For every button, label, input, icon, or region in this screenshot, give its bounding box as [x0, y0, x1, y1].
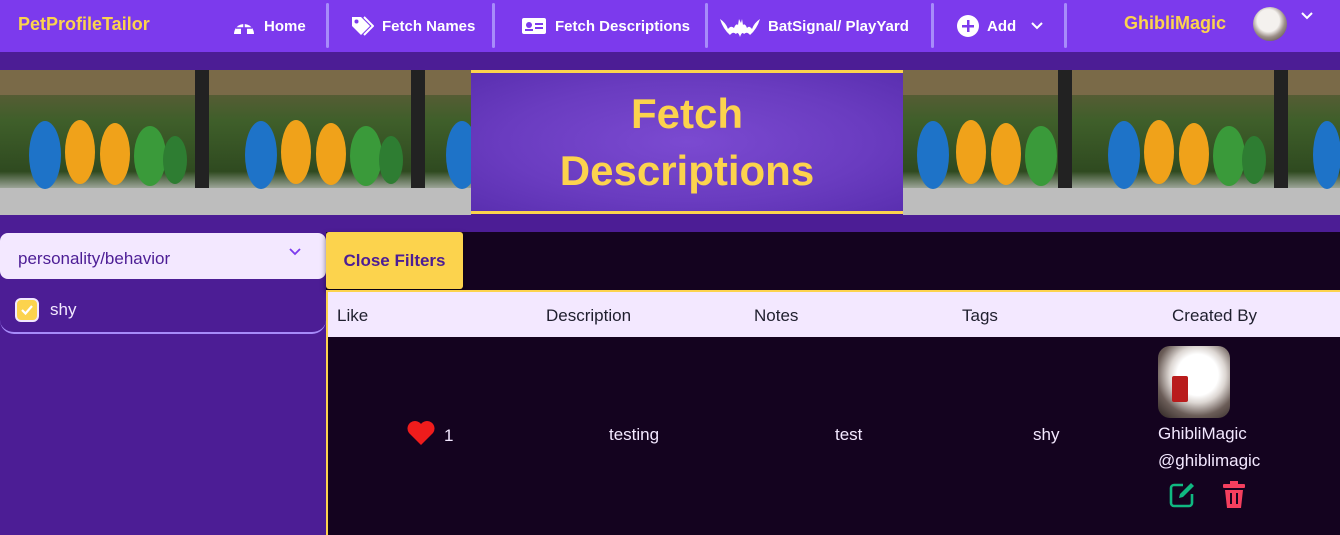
nav-add-label: Add — [987, 17, 1017, 35]
user-name[interactable]: GhibliMagic — [1124, 13, 1226, 34]
nav-home-label: Home — [264, 17, 306, 35]
column-header-notes[interactable]: Notes — [754, 306, 798, 326]
column-header-description[interactable]: Description — [546, 306, 631, 326]
id-card-icon — [522, 18, 546, 34]
column-header-like[interactable]: Like — [337, 306, 368, 326]
nav-home[interactable]: Home — [232, 0, 306, 52]
description-cell: testing — [609, 425, 660, 444]
descriptions-table: Like Description Notes Tags Created By 1… — [326, 290, 1340, 535]
trash-icon[interactable] — [1221, 481, 1247, 509]
nav-add-dropdown[interactable]: Add — [957, 0, 1052, 52]
creator-name[interactable]: GhibliMagic — [1158, 424, 1247, 444]
parrot-image — [216, 70, 432, 215]
tags-icon — [352, 16, 374, 36]
nav-divider — [705, 3, 708, 48]
nav-fetch-descriptions-label: Fetch Descriptions — [555, 17, 691, 35]
nav-fetch-descriptions[interactable]: Fetch Descriptions — [521, 0, 690, 52]
page-title-line1: Fetch — [630, 90, 743, 137]
category-select-value: personality/behavior — [18, 249, 171, 268]
nav-divider — [492, 3, 495, 48]
filter-sidebar: personality/behavior shy — [0, 232, 326, 535]
page-title-line2: Descriptions — [559, 147, 815, 194]
nav-divider — [931, 3, 934, 48]
creator-avatar[interactable] — [1158, 346, 1230, 418]
tag-checkbox[interactable] — [15, 298, 39, 322]
creator-handle[interactable]: @ghiblimagic — [1158, 451, 1260, 471]
nav-divider — [326, 3, 329, 48]
edit-icon[interactable] — [1168, 481, 1196, 509]
like-count: 1 — [444, 426, 454, 445]
parrot-image — [432, 70, 471, 215]
tag-filter-item[interactable]: shy — [0, 288, 326, 334]
nav-batsignal-label: BatSignal/ PlayYard — [768, 17, 909, 35]
close-filters-button[interactable]: Close Filters — [326, 232, 463, 289]
top-navbar: PetProfileTailor Home Fetch Names Fetch … — [0, 0, 1340, 52]
nav-batsignal[interactable]: BatSignal/ PlayYard — [720, 0, 909, 52]
column-header-created-by[interactable]: Created By — [1172, 306, 1257, 326]
page-banner: Fetch Descriptions — [0, 52, 1340, 232]
tag-label: shy — [50, 300, 77, 319]
parrot-image — [1079, 70, 1295, 215]
column-header-tags[interactable]: Tags — [962, 306, 998, 326]
parrot-image — [0, 70, 216, 215]
chevron-down-icon — [1031, 22, 1043, 30]
nav-divider — [1064, 3, 1067, 48]
check-icon — [21, 305, 33, 316]
igloo-icon — [234, 24, 254, 34]
plus-circle-icon — [957, 15, 979, 37]
chevron-down-icon — [289, 248, 301, 256]
chevron-down-icon[interactable] — [1300, 11, 1314, 21]
tags-cell: shy — [1033, 425, 1060, 444]
page-title: Fetch Descriptions — [471, 70, 903, 214]
nav-fetch-names-label: Fetch Names — [382, 17, 476, 35]
brand-logo[interactable]: PetProfileTailor — [18, 14, 150, 35]
heart-icon[interactable] — [406, 420, 436, 446]
parrot-image — [903, 70, 1079, 215]
table-header: Like Description Notes Tags Created By — [328, 292, 1340, 337]
notes-cell: test — [835, 425, 863, 444]
nav-fetch-names[interactable]: Fetch Names — [350, 0, 475, 52]
milk-carton — [1172, 376, 1188, 402]
bat-icon — [720, 19, 760, 37]
category-select[interactable]: personality/behavior — [0, 233, 326, 279]
user-avatar[interactable] — [1253, 7, 1287, 41]
parrot-image — [1295, 70, 1340, 215]
